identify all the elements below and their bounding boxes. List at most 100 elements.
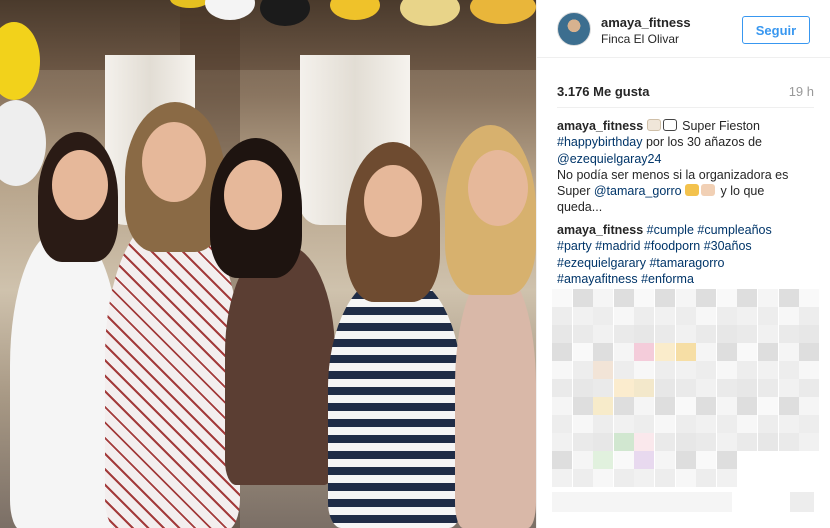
blur-cell [737,397,758,415]
caption-text-4: Super [557,184,594,199]
mention-tamara-gorro[interactable]: @tamara_gorro [594,184,682,198]
blur-cell [634,289,655,307]
blur-cell [572,361,593,379]
mention-ezequielgaray24[interactable]: @ezequielgaray24 [557,152,661,166]
caption-text-3: No podía ser menos si la organizadora es [557,167,789,182]
blur-cell [655,451,675,469]
blur-cell [634,325,655,343]
hashtag[interactable]: #cumpleaños [697,223,771,237]
blur-cell [572,289,593,307]
blur-cell [696,379,717,397]
blur-cell [778,433,799,451]
blur-cell [758,397,778,415]
post-photo[interactable] [0,0,536,528]
header-username[interactable]: amaya_fitness [601,15,691,30]
blur-cell [613,415,634,433]
blur-cell [799,397,820,415]
blur-cell [572,343,593,361]
hashtag[interactable]: #party [557,239,592,253]
blur-cell [737,361,758,379]
blur-cell [737,343,758,361]
blur-cell [696,307,717,325]
hashtag[interactable]: #enforma [641,272,694,286]
blur-cell [572,433,593,451]
blur-cell [552,433,572,451]
blur-cell [613,433,634,451]
blur-cell [593,415,614,433]
blur-cell [778,379,799,397]
blur-cell [593,397,614,415]
blur-cell [572,307,593,325]
blur-cell [696,361,717,379]
person-5-body [455,270,536,528]
blur-cell [572,397,593,415]
hashtag-happybirthday[interactable]: #happybirthday [557,135,642,149]
blur-cell [675,343,696,361]
blur-cell [593,343,614,361]
blur-cell [634,469,655,487]
blur-cell [696,451,717,469]
blur-cell [613,361,634,379]
blur-cell [552,397,572,415]
calendar-icon [662,119,677,131]
blur-cell [696,343,717,361]
hashtag[interactable]: #ezequielgarary [557,256,646,270]
blur-cell [552,469,572,487]
hashtag[interactable]: #foodporn [644,239,700,253]
blur-cell [778,307,799,325]
blur-cell [655,307,675,325]
hashtag[interactable]: #amayafitness [557,272,638,286]
options-blurred [790,492,814,512]
person-4-face [364,165,422,237]
caption-author[interactable]: amaya_fitness [557,119,643,133]
post-header: amaya_fitness Finca El Olivar Seguir [537,0,830,58]
blur-cell [593,289,614,307]
blur-cell [737,289,758,307]
blur-cell [634,343,655,361]
blur-cell [716,343,737,361]
blur-cell [613,343,634,361]
profile-avatar[interactable] [557,12,591,46]
person-5-face [468,150,528,226]
blur-cell [716,451,737,469]
hashtag[interactable]: #cumple [647,223,694,237]
blur-cell [696,469,717,487]
clapping-hands-icon [701,184,716,197]
caption-text-6: queda... [557,200,603,215]
blur-cell [634,307,655,325]
blur-cell [613,289,634,307]
blur-cell [716,325,737,343]
blur-cell [675,469,696,487]
blur-cell [675,325,696,343]
follow-button[interactable]: Seguir [742,16,810,44]
blur-cell [634,379,655,397]
blur-cell [572,325,593,343]
post-time[interactable]: 19 h [789,84,814,99]
blur-cell [799,433,820,451]
header-location[interactable]: Finca El Olivar [601,32,679,46]
blur-cell [593,361,614,379]
blur-cell [737,415,758,433]
blur-cell [675,361,696,379]
comment-author[interactable]: amaya_fitness [557,223,643,237]
blur-cell [799,343,820,361]
blur-cell [552,361,572,379]
likes-count[interactable]: 3.176 Me gusta [557,84,650,99]
person-2-face [142,122,206,202]
blur-cell [778,343,799,361]
blur-cell [758,289,778,307]
hashtag[interactable]: #30años [704,239,752,253]
blur-cell [572,415,593,433]
blur-cell [593,451,614,469]
blur-cell [758,433,778,451]
blur-cell [799,379,820,397]
blur-cell [675,289,696,307]
blur-cell [655,469,675,487]
hashtag[interactable]: #tamaragorro [649,256,724,270]
hashtag[interactable]: #madrid [595,239,640,253]
blur-cell [799,361,820,379]
blur-cell [675,307,696,325]
caption-text-5: y lo que [717,184,765,199]
blur-cell [758,361,778,379]
blur-cell [758,379,778,397]
